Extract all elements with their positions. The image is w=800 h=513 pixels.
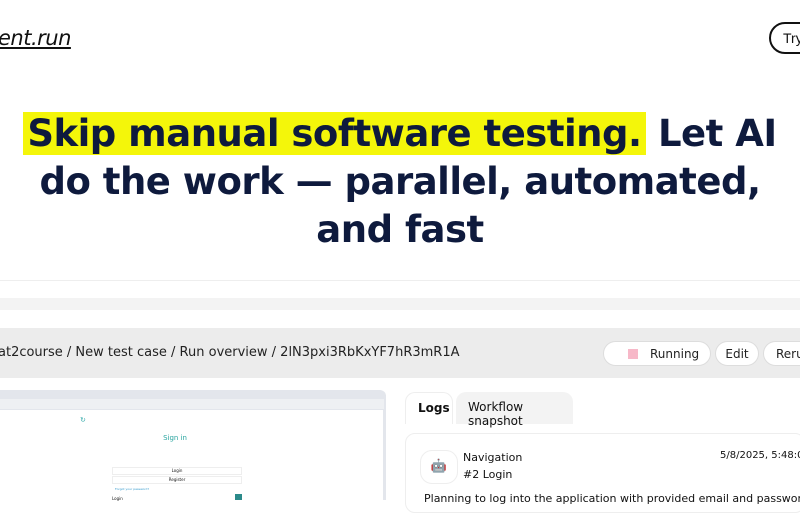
signin-title: Sign in bbox=[163, 434, 187, 442]
logo[interactable]: ent.run bbox=[0, 26, 71, 50]
login-tab: Login bbox=[112, 467, 242, 475]
tab-logs[interactable]: Logs bbox=[405, 392, 453, 424]
robot-icon: 🤖 bbox=[420, 450, 458, 484]
browser-screenshot: ↻ Sign in Login Register Forgot your pas… bbox=[0, 390, 386, 501]
forgot-link: Forgot your password? bbox=[115, 487, 150, 491]
edit-button[interactable]: Edit bbox=[715, 341, 759, 366]
log-timestamp: 5/8/2025, 5:48:09 AI bbox=[720, 450, 800, 461]
register-tab: Register bbox=[112, 476, 242, 484]
log-text: Planning to log into the application wit… bbox=[424, 492, 800, 505]
divider-band bbox=[0, 298, 800, 310]
divider bbox=[0, 280, 800, 281]
hero-highlight: Skip manual software testing. bbox=[23, 112, 646, 155]
field-icon bbox=[235, 494, 242, 500]
hero-headline: Skip manual software testing. Let AI do … bbox=[0, 110, 800, 254]
status-square-icon bbox=[628, 349, 638, 359]
log-category: Navigation bbox=[463, 451, 523, 464]
breadcrumb: at2course / New test case / Run overview… bbox=[0, 345, 460, 360]
tab-workflow-snapshot[interactable]: Workflow snapshot bbox=[456, 392, 573, 428]
log-step: #2 Login bbox=[463, 468, 513, 481]
status-badge: Running bbox=[603, 341, 711, 366]
screenshot-page: ↻ Sign in Login Register Forgot your pas… bbox=[0, 410, 383, 501]
run-header: at2course / New test case / Run overview… bbox=[0, 328, 800, 378]
rerun-button[interactable]: Reru bbox=[763, 341, 800, 366]
app-logo-icon: ↻ bbox=[80, 416, 86, 424]
address-bar bbox=[0, 399, 384, 409]
status-label: Running bbox=[650, 347, 700, 361]
try-button[interactable]: Try bbox=[769, 22, 800, 54]
log-entry: 🤖 Navigation #2 Login 5/8/2025, 5:48:09 … bbox=[405, 433, 800, 513]
login-label: Login bbox=[112, 496, 123, 501]
